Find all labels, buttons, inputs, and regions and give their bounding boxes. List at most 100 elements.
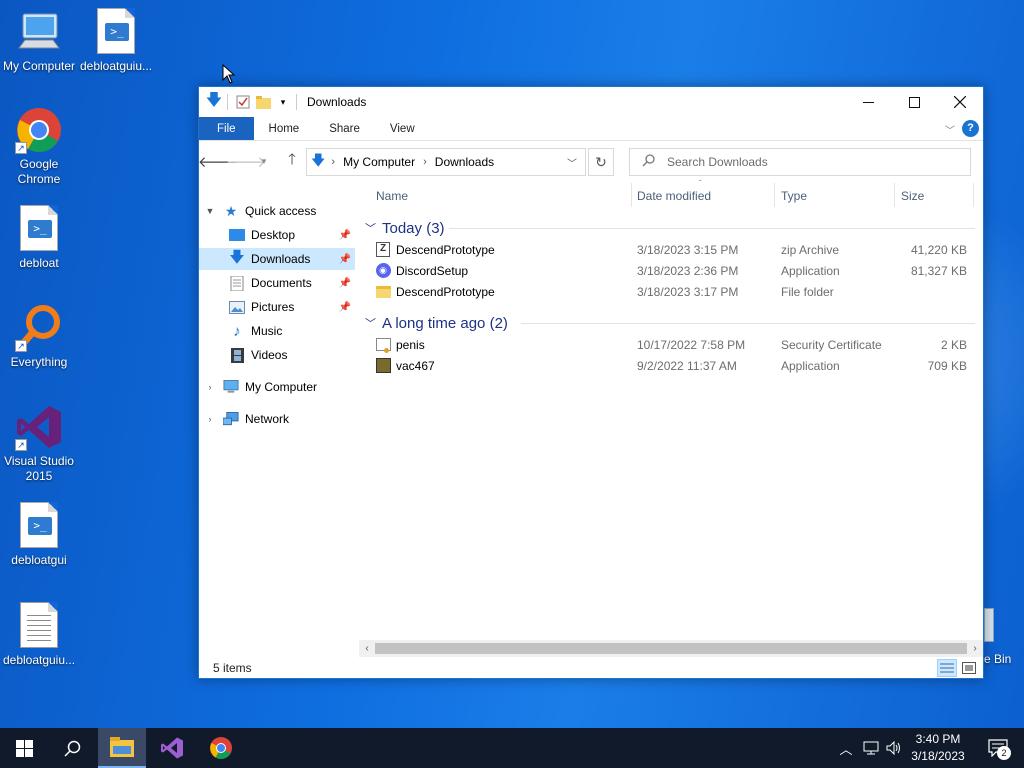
search-icon — [63, 740, 80, 757]
column-header-name[interactable]: Name — [376, 183, 630, 209]
properties-icon[interactable] — [234, 93, 252, 111]
file-row[interactable]: Z DescendPrototype 3/18/2023 3:15 PM zip … — [375, 239, 975, 260]
customize-toolbar-chevron-icon[interactable]: ▾ — [274, 93, 292, 111]
collapse-chevron-icon[interactable]: ﹀ — [365, 315, 376, 331]
search-input[interactable]: Search Downloads — [629, 148, 971, 176]
clock-date: 3/18/2023 — [911, 749, 965, 763]
desktop-icon-visual-studio[interactable]: ↗ Visual Studio 2015 — [0, 403, 78, 484]
large-icons-view-button[interactable] — [959, 659, 979, 677]
recent-locations-chevron-icon[interactable]: ▾ — [257, 148, 271, 174]
desktop-icon-debloat[interactable]: >_ debloat — [0, 205, 78, 271]
taskbar-google-chrome[interactable] — [197, 728, 245, 768]
refresh-button[interactable]: ↻ — [588, 148, 614, 176]
column-divider[interactable] — [774, 183, 775, 207]
address-history-chevron-icon[interactable]: ﹀ — [567, 155, 577, 170]
title-bar[interactable]: 🡇 ▾ Downloads — [199, 87, 983, 117]
shortcut-arrow-icon: ↗ — [15, 142, 27, 154]
tab-view[interactable]: View — [375, 117, 430, 140]
column-header-type[interactable]: Type — [781, 183, 893, 209]
desktop-icon-everything[interactable]: ↗ Everything — [0, 304, 78, 370]
network-status-button[interactable] — [860, 728, 882, 768]
download-arrow-icon: 🡇 — [311, 152, 326, 168]
file-row[interactable]: DescendPrototype 3/18/2023 3:17 PM File … — [375, 281, 975, 302]
search-button[interactable] — [48, 728, 96, 768]
expand-chevron-icon[interactable]: › — [205, 414, 215, 424]
tab-home[interactable]: Home — [254, 117, 315, 140]
desktop-icon-my-computer[interactable]: My Computer — [0, 8, 78, 74]
pin-icon[interactable]: 📌 — [339, 302, 351, 313]
toolbar-separator — [227, 94, 228, 110]
breadcrumb-my-computer[interactable]: My Computer — [343, 155, 415, 169]
breadcrumb-chevron-icon[interactable]: › — [331, 156, 335, 168]
file-row[interactable]: vac467 9/2/2022 11:37 AM Application 709… — [375, 355, 975, 376]
taskbar-file-explorer[interactable] — [98, 728, 146, 768]
forward-button[interactable]: 🡒 — [226, 148, 266, 174]
up-button[interactable]: 🡑 — [279, 148, 305, 174]
details-view-button[interactable] — [937, 659, 957, 677]
file-date: 9/2/2022 11:37 AM — [637, 358, 737, 373]
nav-item-videos[interactable]: Videos — [199, 344, 355, 366]
group-header-today[interactable]: ﹀ Today (3) — [365, 217, 445, 239]
ribbon-tabs: File Home Share View ﹀ ? — [199, 117, 983, 141]
nav-item-network[interactable]: › Network — [199, 408, 355, 430]
column-divider[interactable] — [973, 183, 974, 207]
recycle-bin-icon — [984, 608, 994, 642]
pin-icon[interactable]: 📌 — [339, 278, 351, 289]
file-row[interactable]: penis 10/17/2022 7:58 PM Security Certif… — [375, 334, 975, 355]
taskbar-visual-studio[interactable] — [148, 728, 196, 768]
scroll-left-icon[interactable]: ‹ — [359, 640, 375, 657]
file-row[interactable]: ◉ DiscordSetup 3/18/2023 2:36 PM Applicat… — [375, 260, 975, 281]
desktop-icon-debloatguiu-2[interactable]: debloatguiu... — [0, 602, 78, 668]
collapse-chevron-icon[interactable]: ▼ — [205, 206, 215, 216]
nav-item-documents[interactable]: Documents 📌 — [199, 272, 355, 294]
star-icon: ★ — [224, 202, 238, 219]
pictures-icon — [229, 299, 245, 315]
pin-icon[interactable]: 📌 — [339, 230, 351, 241]
pin-icon[interactable]: 📌 — [339, 254, 351, 265]
file-size: 41,220 KB — [910, 242, 967, 257]
group-divider — [521, 323, 975, 324]
desktop-icon-debloatgui[interactable]: >_ debloatgui — [0, 502, 78, 568]
expand-chevron-icon[interactable]: › — [205, 382, 215, 392]
new-folder-icon[interactable] — [254, 93, 272, 111]
start-button[interactable] — [0, 728, 48, 768]
scrollbar-thumb[interactable] — [375, 643, 967, 654]
nav-item-quick-access[interactable]: ▼ ★ Quick access — [199, 200, 355, 222]
column-header-size[interactable]: Size — [901, 183, 971, 209]
action-center-button[interactable]: 2 — [978, 728, 1018, 768]
nav-item-music[interactable]: ♪ Music — [199, 320, 355, 342]
tab-share[interactable]: Share — [314, 117, 375, 140]
nav-item-desktop[interactable]: Desktop 📌 — [199, 224, 355, 246]
scroll-right-icon[interactable]: › — [967, 640, 983, 657]
column-divider[interactable] — [631, 183, 632, 207]
close-button[interactable] — [937, 87, 983, 117]
taskbar-clock[interactable]: 3:40 PM 3/18/2023 — [896, 731, 980, 765]
file-name: DescendPrototype — [396, 284, 495, 299]
desktop-icon-debloatguiu-1[interactable]: >_ debloatguiu... — [77, 8, 155, 74]
group-header-long-time-ago[interactable]: ﹀ A long time ago (2) — [365, 312, 508, 334]
column-header-date-modified[interactable]: Date modified — [637, 183, 775, 209]
desktop-icon-label: Google Chrome — [17, 157, 61, 186]
tab-file[interactable]: File — [199, 117, 254, 140]
maximize-button[interactable] — [891, 87, 937, 117]
nav-item-downloads[interactable]: 🡇 Downloads 📌 — [199, 248, 355, 270]
expand-ribbon-chevron-icon[interactable]: ﹀ — [945, 122, 955, 137]
horizontal-scrollbar[interactable]: ‹ › — [359, 640, 983, 657]
collapse-chevron-icon[interactable]: ﹀ — [365, 220, 376, 236]
column-divider[interactable] — [894, 183, 895, 207]
computer-icon — [223, 379, 239, 395]
chevron-up-icon: ︿ — [839, 741, 853, 757]
address-bar[interactable]: 🡇 › My Computer › Downloads ﹀ — [306, 148, 586, 176]
desktop-icon-label: debloatguiu... — [79, 59, 153, 73]
breadcrumb-downloads[interactable]: Downloads — [435, 155, 494, 169]
minimize-button[interactable] — [845, 87, 891, 117]
desktop-icon-recycle-bin[interactable]: e Bin — [984, 600, 1024, 670]
desktop-icon-label: e Bin — [984, 652, 1012, 666]
nav-item-my-computer[interactable]: › My Computer — [199, 376, 355, 398]
help-button[interactable]: ? — [962, 120, 979, 137]
text-file-icon — [15, 602, 63, 650]
breadcrumb-chevron-icon[interactable]: › — [423, 156, 427, 168]
show-hidden-icons-button[interactable]: ︿ — [836, 728, 856, 768]
nav-item-pictures[interactable]: Pictures 📌 — [199, 296, 355, 318]
desktop-icon-google-chrome[interactable]: ↗ Google Chrome — [0, 106, 78, 187]
